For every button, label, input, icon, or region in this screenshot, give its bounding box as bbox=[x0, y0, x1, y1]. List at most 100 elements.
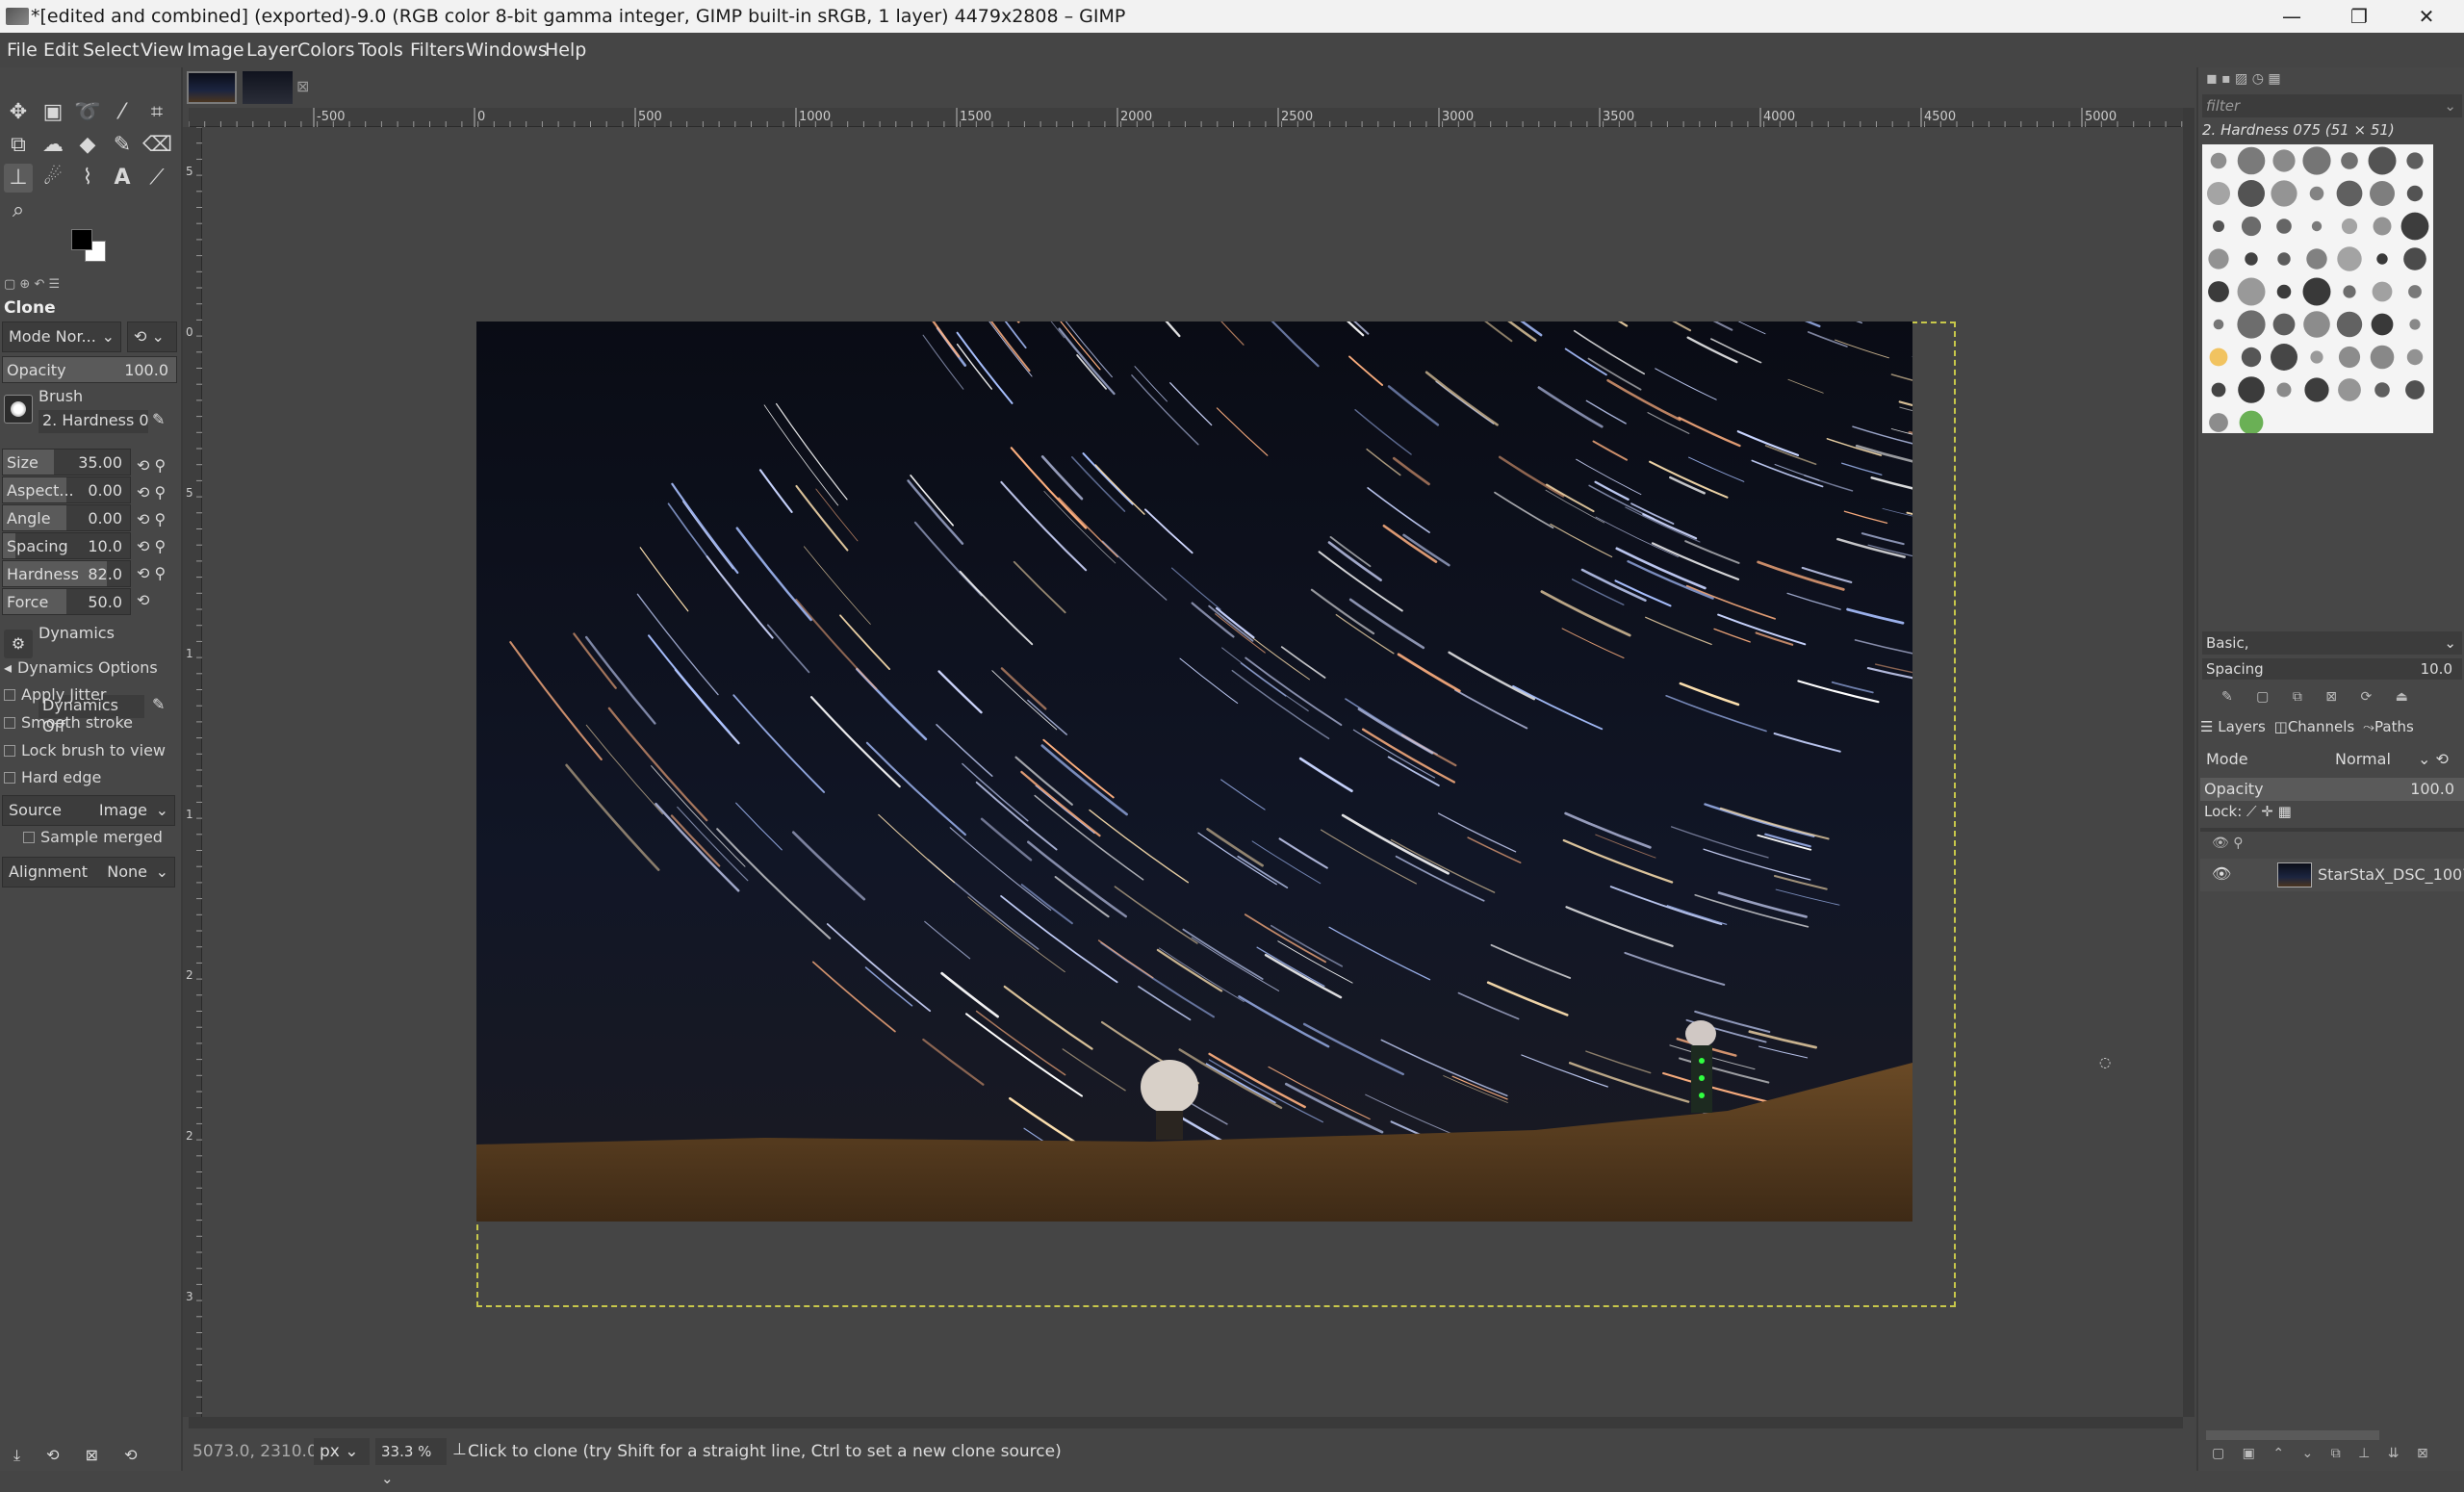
color-picker-icon[interactable]: ⟋ bbox=[142, 164, 171, 193]
force-slider[interactable]: Force50.0 bbox=[2, 588, 131, 615]
menu-colors[interactable]: Colors bbox=[297, 39, 355, 61]
menu-tools[interactable]: Tools bbox=[358, 39, 403, 61]
mode-select[interactable]: Mode Nor...⌄ bbox=[2, 322, 121, 352]
edit-brush-icon[interactable]: ✎ bbox=[152, 410, 165, 428]
menu-bar: File Edit Select View Image Layer Colors… bbox=[0, 33, 2464, 67]
menu-help[interactable]: Help bbox=[545, 39, 586, 61]
menu-edit[interactable]: Edit bbox=[43, 39, 79, 61]
menu-view[interactable]: View bbox=[141, 39, 184, 61]
vertical-scrollbar[interactable] bbox=[2183, 108, 2194, 1417]
layer-opacity-slider[interactable]: Opacity100.0 bbox=[2200, 778, 2464, 801]
menu-image[interactable]: Image bbox=[187, 39, 244, 61]
brush-thumbnail bbox=[2277, 285, 2292, 299]
tab-channels[interactable]: ◫Channels bbox=[2274, 718, 2355, 735]
dynamics-icon[interactable]: ⚙ bbox=[4, 630, 33, 658]
layer-header-icons: 👁 ⚲ bbox=[2212, 836, 2243, 851]
ruler-label: 5000 bbox=[2085, 110, 2117, 124]
crop-icon[interactable]: ⌗ bbox=[142, 98, 171, 127]
ruler-left-ticks: 50511223 bbox=[183, 127, 202, 1417]
menu-filters[interactable]: Filters bbox=[410, 39, 465, 61]
layer-mode-row[interactable]: Mode Normal ⌄ ⟲ ⌄ bbox=[2200, 745, 2464, 774]
foreground-color-swatch[interactable] bbox=[71, 229, 92, 250]
brush-filter-input[interactable]: filter⌄ bbox=[2202, 94, 2462, 117]
layer-row[interactable]: 👁 StarStaX_DSC_1007 bbox=[2200, 859, 2464, 891]
ruler-horizontal[interactable]: -500050010001500200025003000350040004500… bbox=[189, 108, 2183, 127]
visibility-eye-icon[interactable]: 👁 bbox=[2212, 864, 2231, 883]
warp-icon[interactable]: ☁ bbox=[38, 131, 67, 160]
layers-scrollbar[interactable] bbox=[2206, 1430, 2379, 1440]
alignment-select[interactable]: AlignmentNone⌄ bbox=[2, 857, 175, 887]
brush-thumbnail bbox=[2303, 278, 2331, 306]
layers-bottom-buttons[interactable]: ▢ ▣ ⌃ ⌄ ⧉ ⊥ ⇊ ⊠ bbox=[2212, 1446, 2428, 1461]
close-tab-icon[interactable]: ⊠ bbox=[296, 77, 309, 95]
sample-merged-checkbox[interactable]: Sample merged bbox=[23, 828, 163, 846]
tab-layers[interactable]: ☰ Layers bbox=[2200, 718, 2266, 735]
unit-select[interactable]: px ⌄ bbox=[314, 1438, 370, 1465]
ruler-label: 4000 bbox=[1763, 110, 1795, 124]
lasso-icon[interactable]: ➰ bbox=[73, 98, 102, 127]
fuzzy-select-icon[interactable]: ⁄ bbox=[108, 98, 137, 127]
ruler-label: 2 bbox=[186, 1129, 193, 1143]
lock-row[interactable]: Lock: ⟋ ✛ ▦ bbox=[2204, 803, 2292, 820]
brush-name-field[interactable]: 2. Hardness 07 bbox=[38, 410, 148, 433]
zoom-select[interactable]: 33.3 % ⌄ bbox=[375, 1438, 447, 1465]
paths-icon[interactable]: ⌇ bbox=[73, 164, 102, 193]
transform-icon[interactable]: ⧉ bbox=[4, 131, 33, 160]
horizontal-scrollbar[interactable] bbox=[189, 1417, 2183, 1428]
brush-thumbnail bbox=[2403, 247, 2426, 270]
brushes-tabs[interactable]: ◼ ▪ ▨ ◷ ▦ bbox=[2206, 71, 2281, 87]
apply-jitter-checkbox[interactable]: Apply Jitter bbox=[4, 685, 106, 704]
smudge-icon[interactable]: ☄ bbox=[38, 164, 67, 193]
minimize-button[interactable]: — bbox=[2258, 0, 2325, 33]
brush-spacing-slider[interactable]: Spacing10.0 bbox=[2202, 658, 2462, 680]
brush-preset-select[interactable]: Basic,⌄ bbox=[2202, 631, 2462, 655]
brush-thumbnail bbox=[2242, 217, 2261, 236]
eraser-icon[interactable]: ⌫ bbox=[142, 131, 171, 160]
brush-actions[interactable]: ✎ ▢ ⧉ ⊠ ⟳ ⏏ bbox=[2221, 689, 2408, 705]
menu-windows[interactable]: Windows bbox=[466, 39, 548, 61]
canvas-area[interactable]: ◌ bbox=[204, 127, 2183, 1417]
star-trails-image[interactable] bbox=[476, 322, 1912, 1222]
brush-preview[interactable] bbox=[4, 395, 33, 424]
aspect-slider[interactable]: Aspect...0.00 bbox=[2, 476, 131, 503]
source-select[interactable]: SourceImage⌄ bbox=[2, 795, 175, 826]
menu-layer[interactable]: Layer bbox=[246, 39, 297, 61]
rect-select-icon[interactable]: ▣ bbox=[38, 98, 67, 127]
brush-grid[interactable] bbox=[2202, 144, 2433, 433]
maximize-button[interactable]: ❐ bbox=[2325, 0, 2393, 33]
tab-paths[interactable]: ⤳Paths bbox=[2363, 718, 2414, 735]
mode-reset-select[interactable]: ⟲ ⌄ bbox=[127, 322, 177, 352]
bucket-fill-icon[interactable]: ◆ bbox=[73, 131, 102, 160]
clone-stamp-icon[interactable]: ⊥ bbox=[4, 164, 33, 193]
spacing-slider[interactable]: Spacing10.0 bbox=[2, 532, 131, 559]
paintbrush-icon[interactable]: ✎ bbox=[108, 131, 137, 160]
brush-thumbnail bbox=[2409, 319, 2420, 329]
angle-slider[interactable]: Angle0.00 bbox=[2, 504, 131, 531]
zoom-icon[interactable]: ⌕ bbox=[4, 196, 33, 225]
brush-thumbnails[interactable] bbox=[2202, 144, 2433, 433]
brush-thumbnail bbox=[2337, 312, 2362, 337]
pointer-coordinates: 5073.0, 2310.0 bbox=[192, 1442, 318, 1461]
brush-thumbnail bbox=[2277, 252, 2290, 265]
smooth-stroke-checkbox[interactable]: Smooth stroke bbox=[4, 713, 133, 732]
close-button[interactable]: ✕ bbox=[2393, 0, 2460, 33]
menu-file[interactable]: File bbox=[7, 39, 38, 61]
reset-icons-column[interactable]: ⟲ ⚲⟲ ⚲⟲ ⚲⟲ ⚲⟲ ⚲⟲ bbox=[137, 452, 166, 614]
image-tab[interactable] bbox=[243, 71, 293, 104]
ruler-vertical[interactable]: 50511223 bbox=[183, 127, 202, 1417]
hardness-slider[interactable]: Hardness82.0 bbox=[2, 560, 131, 587]
window-title: *[edited and combined] (exported)-9.0 (R… bbox=[31, 0, 1125, 33]
menu-select[interactable]: Select bbox=[83, 39, 140, 61]
opacity-slider[interactable]: Opacity100.0 bbox=[2, 356, 177, 383]
move-tool-icon[interactable]: ✥ bbox=[4, 98, 33, 127]
image-tab-active[interactable] bbox=[187, 71, 237, 104]
clone-tool-icon: ⊥ bbox=[452, 1440, 467, 1459]
tool-options-bottom-buttons[interactable]: ⤓ ⟲ ⊠ ⟲ bbox=[13, 1446, 138, 1465]
dynamics-options-expander[interactable]: ◂Dynamics Options bbox=[4, 658, 158, 677]
edit-dynamics-icon[interactable]: ✎ bbox=[152, 695, 165, 713]
brush-thumbnail bbox=[2208, 248, 2228, 269]
lock-brush-checkbox[interactable]: Lock brush to view bbox=[4, 741, 166, 759]
hard-edge-checkbox[interactable]: Hard edge bbox=[4, 768, 101, 786]
text-tool-icon[interactable]: A bbox=[108, 164, 137, 193]
size-slider[interactable]: Size35.00 bbox=[2, 449, 131, 476]
